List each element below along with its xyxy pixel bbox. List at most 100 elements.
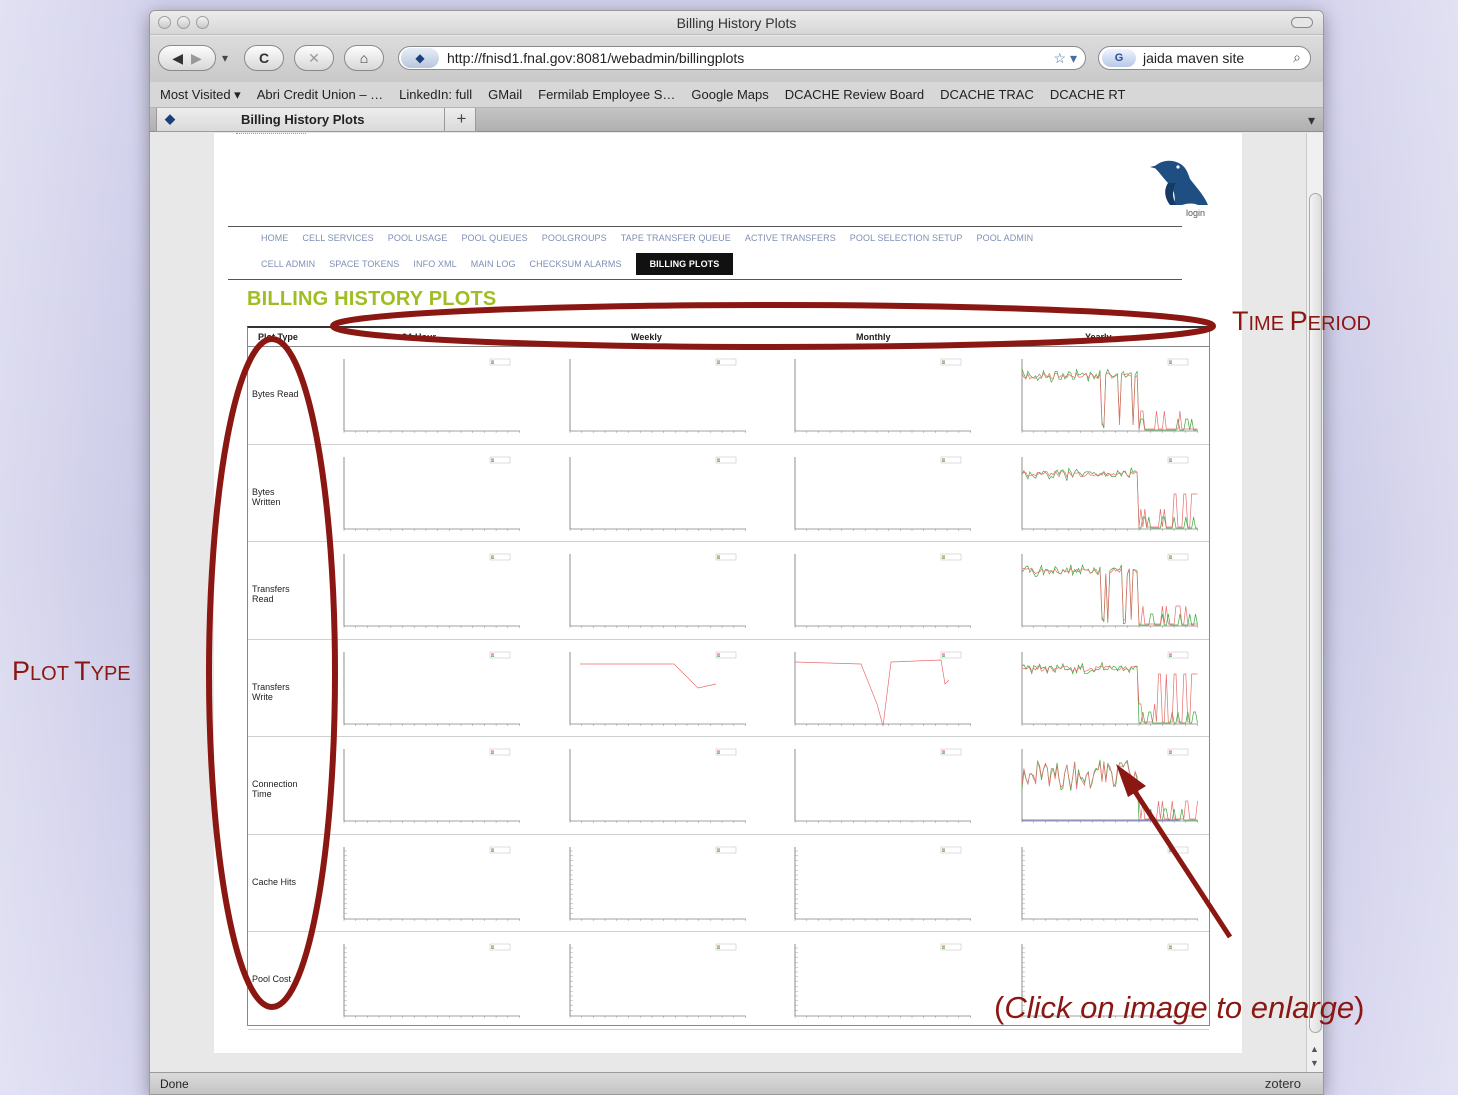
- nav-main-log[interactable]: MAIN LOG: [471, 259, 530, 269]
- url-bar[interactable]: ◆ http://fnisd1.fnal.gov:8081/webadmin/b…: [398, 46, 1086, 70]
- bookmark-dcache-trac[interactable]: DCACHE TRAC: [940, 87, 1034, 102]
- plot-image[interactable]: [556, 741, 756, 831]
- bookmark-google-maps[interactable]: Google Maps: [691, 87, 768, 102]
- url-text[interactable]: http://fnisd1.fnal.gov:8081/webadmin/bil…: [447, 50, 744, 66]
- plot-thumbnail-transfers-write-yearly[interactable]: [1008, 644, 1208, 734]
- plot-image[interactable]: [556, 546, 756, 636]
- tab-billing-history-plots[interactable]: ◆ Billing History Plots: [156, 108, 476, 132]
- nav-tape-transfer-queue[interactable]: TAPE TRANSFER QUEUE: [621, 233, 745, 243]
- toolbar-toggle-button[interactable]: [1291, 17, 1313, 28]
- plot-thumbnail-connection-time-monthly[interactable]: [781, 741, 981, 831]
- plot-image[interactable]: [781, 741, 981, 831]
- nav-pool-queues[interactable]: POOL QUEUES: [461, 233, 541, 243]
- plot-image[interactable]: [781, 351, 981, 441]
- plot-image[interactable]: [781, 839, 981, 929]
- stop-button[interactable]: ✕: [294, 45, 334, 71]
- plot-image[interactable]: [781, 644, 981, 734]
- nav-checksum-alarms[interactable]: CHECKSUM ALARMS: [530, 259, 636, 269]
- scroll-down-icon[interactable]: ▼: [1310, 1058, 1319, 1068]
- vertical-scrollbar[interactable]: ▲ ▼: [1306, 133, 1323, 1072]
- plot-thumbnail-transfers-read-yearly[interactable]: [1008, 546, 1208, 636]
- plot-image[interactable]: [556, 351, 756, 441]
- nav-cell-services[interactable]: CELL SERVICES: [302, 233, 387, 243]
- plot-thumbnail-pool-cost-monthly[interactable]: [781, 936, 981, 1026]
- zotero-status-button[interactable]: zotero: [1265, 1076, 1301, 1091]
- plot-thumbnail-transfers-write-monthly[interactable]: [781, 644, 981, 734]
- login-link[interactable]: login: [1186, 208, 1205, 218]
- bookmark-fermilab-employee-s[interactable]: Fermilab Employee S…: [538, 87, 675, 102]
- plot-thumbnail-connection-time-yearly[interactable]: [1008, 741, 1208, 831]
- bookmark-dcache-review-board[interactable]: DCACHE Review Board: [785, 87, 924, 102]
- plot-thumbnail-cache-hits-24-hour[interactable]: [330, 839, 530, 929]
- plot-image[interactable]: [556, 644, 756, 734]
- bookmark-star-icon[interactable]: ☆ ▾: [1054, 50, 1077, 67]
- back-icon[interactable]: ◀: [172, 50, 183, 67]
- nav-pool-usage[interactable]: POOL USAGE: [388, 233, 462, 243]
- plot-thumbnail-connection-time-weekly[interactable]: [556, 741, 756, 831]
- plot-thumbnail-pool-cost-24-hour[interactable]: [330, 936, 530, 1026]
- plot-thumbnail-bytes-read-monthly[interactable]: [781, 351, 981, 441]
- site-identity-icon[interactable]: ◆: [401, 48, 439, 68]
- back-forward-button[interactable]: ◀ ▶: [158, 45, 216, 71]
- plot-thumbnail-transfers-read-monthly[interactable]: [781, 546, 981, 636]
- plot-thumbnail-bytes-written-weekly[interactable]: [556, 449, 756, 539]
- plot-thumbnail-cache-hits-weekly[interactable]: [556, 839, 756, 929]
- plot-thumbnail-connection-time-24-hour[interactable]: [330, 741, 530, 831]
- plot-thumbnail-bytes-written-yearly[interactable]: [1008, 449, 1208, 539]
- new-tab-button[interactable]: +: [444, 108, 478, 132]
- search-input[interactable]: jaida maven site: [1143, 50, 1244, 66]
- nav-active-transfers[interactable]: ACTIVE TRANSFERS: [745, 233, 850, 243]
- history-dropdown-icon[interactable]: ▾: [222, 51, 228, 65]
- reload-button[interactable]: C: [244, 45, 284, 71]
- nav-poolgroups[interactable]: POOLGROUPS: [542, 233, 621, 243]
- search-bar[interactable]: G jaida maven site ⌕: [1098, 46, 1311, 70]
- plot-image[interactable]: [556, 449, 756, 539]
- plot-thumbnail-pool-cost-weekly[interactable]: [556, 936, 756, 1026]
- plot-image[interactable]: [330, 936, 530, 1026]
- plot-image[interactable]: [1008, 449, 1208, 539]
- bookmark-abri-credit-union[interactable]: Abri Credit Union – …: [257, 87, 383, 102]
- plot-image[interactable]: [1008, 546, 1208, 636]
- search-icon[interactable]: ⌕: [1293, 49, 1301, 66]
- nav-billing-plots[interactable]: BILLING PLOTS: [635, 253, 734, 275]
- plot-image[interactable]: [556, 839, 756, 929]
- plot-image[interactable]: [330, 449, 530, 539]
- bookmark-most-visited[interactable]: Most Visited ▾: [160, 87, 241, 103]
- plot-image[interactable]: [1008, 741, 1208, 831]
- plot-thumbnail-cache-hits-monthly[interactable]: [781, 839, 981, 929]
- plot-thumbnail-transfers-write-weekly[interactable]: [556, 644, 756, 734]
- nav-pool-admin[interactable]: POOL ADMIN: [977, 233, 1048, 243]
- plot-image[interactable]: [781, 546, 981, 636]
- plot-image[interactable]: [330, 644, 530, 734]
- plot-thumbnail-bytes-read-weekly[interactable]: [556, 351, 756, 441]
- plot-image[interactable]: [330, 741, 530, 831]
- search-engine-icon[interactable]: G: [1102, 49, 1136, 67]
- forward-icon[interactable]: ▶: [191, 50, 202, 67]
- plot-thumbnail-bytes-written-monthly[interactable]: [781, 449, 981, 539]
- nav-cell-admin[interactable]: CELL ADMIN: [228, 259, 329, 269]
- scroll-up-icon[interactable]: ▲: [1310, 1044, 1319, 1054]
- plot-thumbnail-bytes-read-24-hour[interactable]: [330, 351, 530, 441]
- bookmark-gmail[interactable]: GMail: [488, 87, 522, 102]
- plot-image[interactable]: [330, 839, 530, 929]
- plot-image[interactable]: [781, 936, 981, 1026]
- plot-image[interactable]: [1008, 644, 1208, 734]
- plot-image[interactable]: [781, 449, 981, 539]
- bookmark-linkedin-full[interactable]: LinkedIn: full: [399, 87, 472, 102]
- nav-pool-selection-setup[interactable]: POOL SELECTION SETUP: [850, 233, 977, 243]
- tab-list-menu-icon[interactable]: ▾: [1308, 112, 1315, 129]
- bookmark-dcache-rt[interactable]: DCACHE RT: [1050, 87, 1126, 102]
- plot-thumbnail-bytes-read-yearly[interactable]: [1008, 351, 1208, 441]
- plot-thumbnail-transfers-read-24-hour[interactable]: [330, 546, 530, 636]
- plot-image[interactable]: [1008, 839, 1208, 929]
- plot-image[interactable]: [556, 936, 756, 1026]
- plot-image[interactable]: [1008, 351, 1208, 441]
- nav-home[interactable]: HOME: [228, 233, 302, 243]
- plot-thumbnail-cache-hits-yearly[interactable]: [1008, 839, 1208, 929]
- plot-thumbnail-transfers-read-weekly[interactable]: [556, 546, 756, 636]
- plot-image[interactable]: [330, 351, 530, 441]
- home-button[interactable]: ⌂: [344, 45, 384, 71]
- plot-thumbnail-bytes-written-24-hour[interactable]: [330, 449, 530, 539]
- plot-thumbnail-transfers-write-24-hour[interactable]: [330, 644, 530, 734]
- plot-image[interactable]: [330, 546, 530, 636]
